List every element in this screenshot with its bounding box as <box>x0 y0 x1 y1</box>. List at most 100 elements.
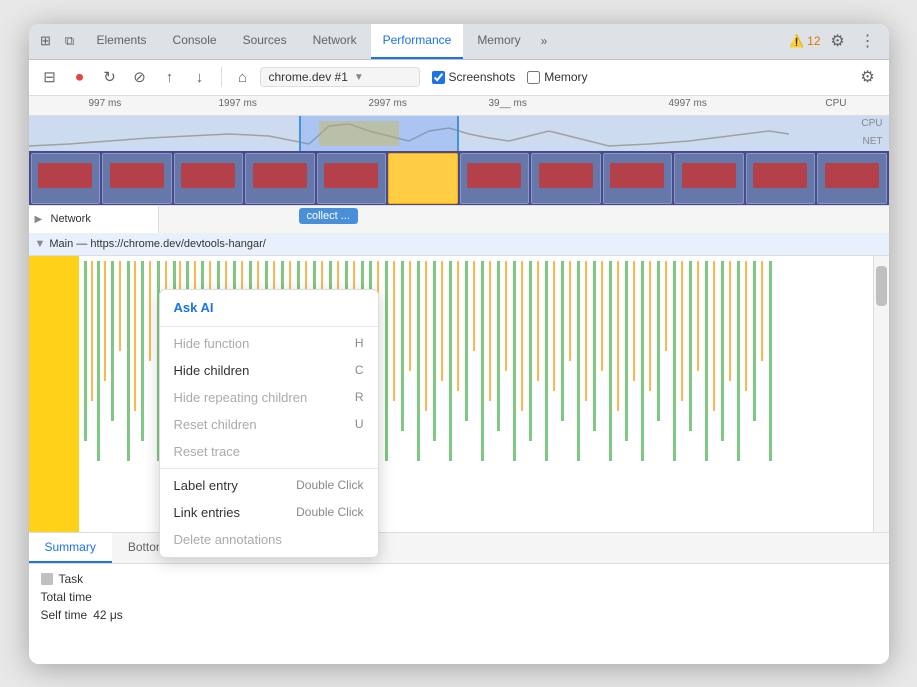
menu-separator-1 <box>160 326 378 327</box>
menu-separator-2 <box>160 468 378 469</box>
menu-label-entry[interactable]: Label entry Double Click <box>160 472 378 499</box>
tick-1997: 1997 ms <box>219 98 257 109</box>
tab-console[interactable]: Console <box>161 24 229 60</box>
tab-sources[interactable]: Sources <box>231 24 299 60</box>
bottom-panel: Task Total time Self time 42 μs <box>29 564 889 664</box>
screenshots-checkbox[interactable]: Screenshots <box>432 70 516 84</box>
timeline-ruler-top: 997 ms 1997 ms 2997 ms 39__ ms 4997 ms C… <box>29 96 889 116</box>
tab-bar-right: ⚠️ 12 ⚙ ⋮ <box>789 28 880 54</box>
memory-checkbox[interactable]: Memory <box>527 70 587 84</box>
secondary-toolbar: ⊟ ⏺ ↻ ⊘ ↑ ↓ ⌂ chrome.dev #1 ▼ Screenshot… <box>29 60 889 96</box>
menu-hide-children[interactable]: Hide children C <box>160 357 378 384</box>
cpu-label: CPU <box>825 98 846 109</box>
url-text: chrome.dev #1 <box>269 70 348 84</box>
network-track-content: collect ... <box>159 206 889 233</box>
flame-canvas <box>29 256 873 532</box>
tick-997: 997 ms <box>89 98 122 109</box>
scrollbar-thumb[interactable] <box>876 266 887 306</box>
link-entries-label: Link entries <box>174 505 240 520</box>
tick-39xx: 39__ ms <box>489 98 527 109</box>
screenshot-thumb-1 <box>31 153 101 204</box>
capture-settings-icon[interactable]: ⚙ <box>855 64 881 90</box>
menu-ask-ai[interactable]: Ask AI <box>160 294 378 323</box>
tab-memory[interactable]: Memory <box>465 24 532 60</box>
devtools-icon: ⊞ <box>37 32 55 50</box>
network-label-text: Network <box>51 213 91 225</box>
reset-children-label: Reset children <box>174 417 257 432</box>
cpu-track-label: CPU <box>861 118 882 129</box>
self-time-label: Self time <box>41 608 88 622</box>
reset-children-shortcut: U <box>355 417 364 431</box>
screenshot-thumb-6 <box>388 153 458 204</box>
flame-rows <box>29 256 873 532</box>
tab-elements[interactable]: Elements <box>85 24 159 60</box>
network-track-row: ▶ Network collect ... <box>29 206 889 234</box>
hide-function-shortcut: H <box>355 336 364 350</box>
screenshots-strip <box>29 151 889 206</box>
menu-hide-function: Hide function H <box>160 330 378 357</box>
hide-repeating-label: Hide repeating children <box>174 390 308 405</box>
main-track-row: ▼ Main — https://chrome.dev/devtools-han… <box>29 234 889 256</box>
network-expand-icon[interactable]: ▶ <box>35 214 47 225</box>
self-time-value: 42 μs <box>93 608 123 622</box>
divider <box>221 67 222 87</box>
hide-children-shortcut: C <box>355 363 364 377</box>
context-menu: Ask AI Hide function H Hide children C H… <box>159 289 379 558</box>
url-selector[interactable]: chrome.dev #1 ▼ <box>260 67 420 87</box>
collect-tooltip: collect ... <box>299 208 358 224</box>
screenshot-thumb-10 <box>674 153 744 204</box>
flame-yellow-block <box>29 256 79 532</box>
hide-function-label: Hide function <box>174 336 250 351</box>
screenshot-thumb-5 <box>317 153 387 204</box>
memory-checkbox-input[interactable] <box>527 71 540 84</box>
task-label: Task <box>59 572 84 586</box>
download-button[interactable]: ↓ <box>187 64 213 90</box>
sidebar-toggle-icon[interactable]: ⊟ <box>37 64 63 90</box>
device-mode-icon[interactable]: ⧉ <box>61 32 79 50</box>
self-time-row: Self time 42 μs <box>41 608 877 622</box>
tab-summary[interactable]: Summary <box>29 533 112 563</box>
screenshots-checkbox-input[interactable] <box>432 71 445 84</box>
delete-annotations-label: Delete annotations <box>174 532 282 547</box>
menu-delete-annotations: Delete annotations <box>160 526 378 553</box>
devtools-window: ⊞ ⧉ Elements Console Sources Network Per… <box>29 24 889 664</box>
more-options-icon[interactable]: ⋮ <box>855 28 881 54</box>
tab-network[interactable]: Network <box>301 24 369 60</box>
menu-reset-trace: Reset trace <box>160 438 378 465</box>
reset-trace-label: Reset trace <box>174 444 240 459</box>
main-expand-icon[interactable]: ▼ <box>35 238 46 250</box>
screenshot-thumb-3 <box>174 153 244 204</box>
net-track-label: NET <box>863 136 883 147</box>
ask-ai-label: Ask AI <box>174 300 214 315</box>
screenshots-label: Screenshots <box>449 70 516 84</box>
tick-2997: 2997 ms <box>369 98 407 109</box>
screenshot-thumb-12 <box>817 153 887 204</box>
memory-label: Memory <box>544 70 587 84</box>
upload-button[interactable]: ↑ <box>157 64 183 90</box>
link-entries-shortcut: Double Click <box>296 505 363 519</box>
menu-hide-repeating: Hide repeating children R <box>160 384 378 411</box>
clear-button[interactable]: ⊘ <box>127 64 153 90</box>
timeline-tracks: CPU NET <box>29 116 889 206</box>
tab-bar: ⊞ ⧉ Elements Console Sources Network Per… <box>29 24 889 60</box>
screenshot-thumb-4 <box>245 153 315 204</box>
tab-more-button[interactable]: » <box>535 34 554 48</box>
main-track-label: Main — https://chrome.dev/devtools-hanga… <box>49 238 265 250</box>
warning-count: 12 <box>807 34 820 48</box>
flame-chart[interactable] <box>29 256 889 532</box>
settings-gear-icon[interactable]: ⚙ <box>825 28 851 54</box>
checkbox-group: Screenshots Memory <box>432 70 588 84</box>
url-dropdown-arrow: ▼ <box>354 72 364 83</box>
record-button[interactable]: ⏺ <box>67 64 93 90</box>
menu-link-entries[interactable]: Link entries Double Click <box>160 499 378 526</box>
warning-badge[interactable]: ⚠️ 12 <box>789 34 820 48</box>
label-entry-shortcut: Double Click <box>296 478 363 492</box>
timeline-overview[interactable]: 997 ms 1997 ms 2997 ms 39__ ms 4997 ms C… <box>29 96 889 206</box>
reload-button[interactable]: ↻ <box>97 64 123 90</box>
tab-performance[interactable]: Performance <box>371 24 464 60</box>
task-row: Task <box>41 572 877 586</box>
hide-repeating-shortcut: R <box>355 390 364 404</box>
tick-4997: 4997 ms <box>669 98 707 109</box>
vertical-scrollbar[interactable] <box>873 256 889 532</box>
home-button[interactable]: ⌂ <box>230 64 256 90</box>
